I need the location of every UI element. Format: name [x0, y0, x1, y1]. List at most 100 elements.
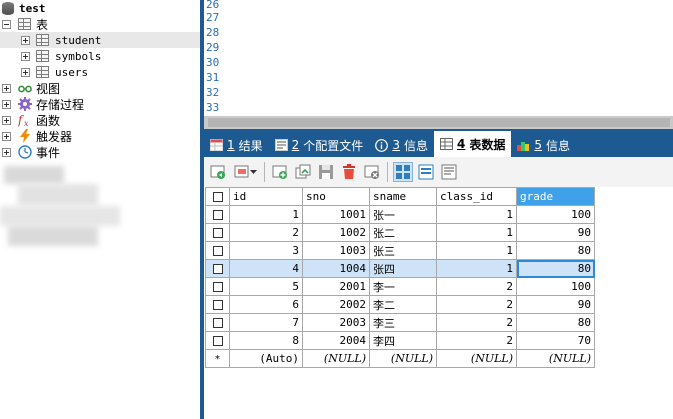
delete-row-button[interactable]	[339, 162, 359, 182]
cell-sname[interactable]: 李二	[369, 295, 437, 314]
tab-profiles[interactable]: 2 个配置文件	[269, 133, 370, 157]
cell-grade[interactable]: 100	[516, 205, 595, 224]
cell-sname[interactable]: 李三	[369, 313, 437, 332]
checkbox[interactable]	[212, 210, 223, 220]
tab-info[interactable]: 3 信息	[369, 133, 434, 157]
cell-sname[interactable]: 张二	[369, 223, 437, 242]
cell-sname[interactable]: (NULL)	[369, 349, 437, 368]
expand-icon[interactable]	[2, 131, 11, 141]
cell-grade[interactable]: 90	[516, 223, 595, 242]
table-row[interactable]: 6 2002 李二 2 90	[205, 295, 595, 314]
cell-id[interactable]: 1	[229, 205, 303, 224]
cell-class-id[interactable]: 1	[436, 259, 517, 278]
tab-table-data[interactable]: 4 表数据	[433, 131, 512, 157]
expand-icon[interactable]	[2, 99, 11, 109]
expand-icon[interactable]	[21, 35, 30, 45]
checkbox[interactable]	[212, 246, 223, 256]
cell-grade[interactable]: 90	[516, 295, 595, 314]
tree-procedures[interactable]: 存储过程	[0, 96, 200, 112]
form-view-button[interactable]	[416, 162, 436, 182]
tree-tables-group[interactable]: 表	[0, 16, 200, 32]
row-checkbox-cell[interactable]	[205, 205, 230, 224]
expand-icon[interactable]	[21, 67, 30, 77]
checkbox[interactable]	[212, 192, 223, 202]
insert-row-button[interactable]	[270, 162, 290, 182]
column-header-sname[interactable]: sname	[369, 187, 437, 206]
cell-grade[interactable]: (NULL)	[516, 349, 595, 368]
cell-sno[interactable]: 2004	[302, 331, 370, 350]
tree-functions[interactable]: fx 函数	[0, 112, 200, 128]
duplicate-row-button[interactable]	[293, 162, 313, 182]
cell-id[interactable]: 4	[229, 259, 303, 278]
scrollbar-thumb[interactable]	[208, 118, 670, 127]
row-checkbox-cell[interactable]	[205, 223, 230, 242]
table-row[interactable]: 4 1004 张四 1 80	[205, 259, 595, 278]
cell-class-id[interactable]: 2	[436, 277, 517, 296]
cell-grade[interactable]: 70	[516, 331, 595, 350]
cell-sno[interactable]: 2001	[302, 277, 370, 296]
cell-sname[interactable]: 李一	[369, 277, 437, 296]
row-checkbox-cell[interactable]	[205, 241, 230, 260]
checkbox[interactable]	[212, 300, 223, 310]
collapse-icon[interactable]	[2, 19, 11, 29]
cell-grade[interactable]: 80	[516, 313, 595, 332]
row-checkbox-cell[interactable]	[205, 295, 230, 314]
cell-sno[interactable]: 1002	[302, 223, 370, 242]
checkbox[interactable]	[212, 264, 223, 274]
checkbox[interactable]	[212, 228, 223, 238]
tree-views[interactable]: 视图	[0, 80, 200, 96]
cell-class-id[interactable]: 2	[436, 295, 517, 314]
expand-icon[interactable]	[21, 51, 30, 61]
tree-events[interactable]: 事件	[0, 144, 200, 160]
cell-sname[interactable]: 李四	[369, 331, 437, 350]
cell-class-id[interactable]: 2	[436, 331, 517, 350]
table-row[interactable]: 7 2003 李三 2 80	[205, 313, 595, 332]
expand-icon[interactable]	[2, 115, 11, 125]
export-button[interactable]	[208, 162, 228, 182]
tree-triggers[interactable]: 触发器	[0, 128, 200, 144]
tree-database-test[interactable]: test	[0, 0, 200, 16]
cell-id[interactable]: 8	[229, 331, 303, 350]
query-editor[interactable]: 26 27 28 29 30 31 32 33	[204, 0, 673, 116]
cell-sno[interactable]: 1003	[302, 241, 370, 260]
cell-sno[interactable]: (NULL)	[302, 349, 370, 368]
row-checkbox-cell[interactable]	[205, 313, 230, 332]
new-row[interactable]: * (Auto) (NULL) (NULL) (NULL) (NULL)	[205, 349, 595, 368]
checkbox[interactable]	[212, 318, 223, 328]
cell-class-id[interactable]: 1	[436, 223, 517, 242]
cell-sno[interactable]: 1001	[302, 205, 370, 224]
row-checkbox-cell[interactable]	[205, 277, 230, 296]
grid-view-button[interactable]	[393, 162, 413, 182]
tree-table-symbols[interactable]: symbols	[0, 48, 200, 64]
cancel-changes-button[interactable]	[362, 162, 382, 182]
checkbox[interactable]	[212, 282, 223, 292]
cell-id[interactable]: (Auto)	[229, 349, 303, 368]
expand-icon[interactable]	[2, 147, 11, 157]
cell-grade[interactable]: 100	[516, 277, 595, 296]
horizontal-scrollbar[interactable]	[204, 116, 673, 129]
column-header-grade[interactable]: grade	[516, 187, 595, 206]
save-button[interactable]	[316, 162, 336, 182]
cell-grade[interactable]: 80	[516, 241, 595, 260]
text-view-button[interactable]	[439, 162, 459, 182]
cell-sname[interactable]: 张四	[369, 259, 437, 278]
tab-info-2[interactable]: 5 信息	[511, 133, 576, 157]
checkbox[interactable]	[212, 336, 223, 346]
column-header-id[interactable]: id	[229, 187, 303, 206]
expand-icon[interactable]	[2, 83, 11, 93]
select-all-checkbox-cell[interactable]	[205, 187, 230, 206]
tree-table-student[interactable]: student	[0, 32, 200, 48]
cell-class-id[interactable]: 2	[436, 313, 517, 332]
table-row[interactable]: 1 1001 张一 1 100	[205, 205, 595, 224]
cell-sno[interactable]: 2003	[302, 313, 370, 332]
cell-id[interactable]: 5	[229, 277, 303, 296]
table-row[interactable]: 3 1003 张三 1 80	[205, 241, 595, 260]
cell-class-id[interactable]: 1	[436, 241, 517, 260]
cell-grade[interactable]: 80	[516, 259, 595, 278]
cell-class-id[interactable]: 1	[436, 205, 517, 224]
import-dropdown-button[interactable]	[231, 162, 259, 182]
cell-id[interactable]: 6	[229, 295, 303, 314]
cell-id[interactable]: 3	[229, 241, 303, 260]
row-checkbox-cell[interactable]	[205, 331, 230, 350]
row-checkbox-cell[interactable]	[205, 259, 230, 278]
